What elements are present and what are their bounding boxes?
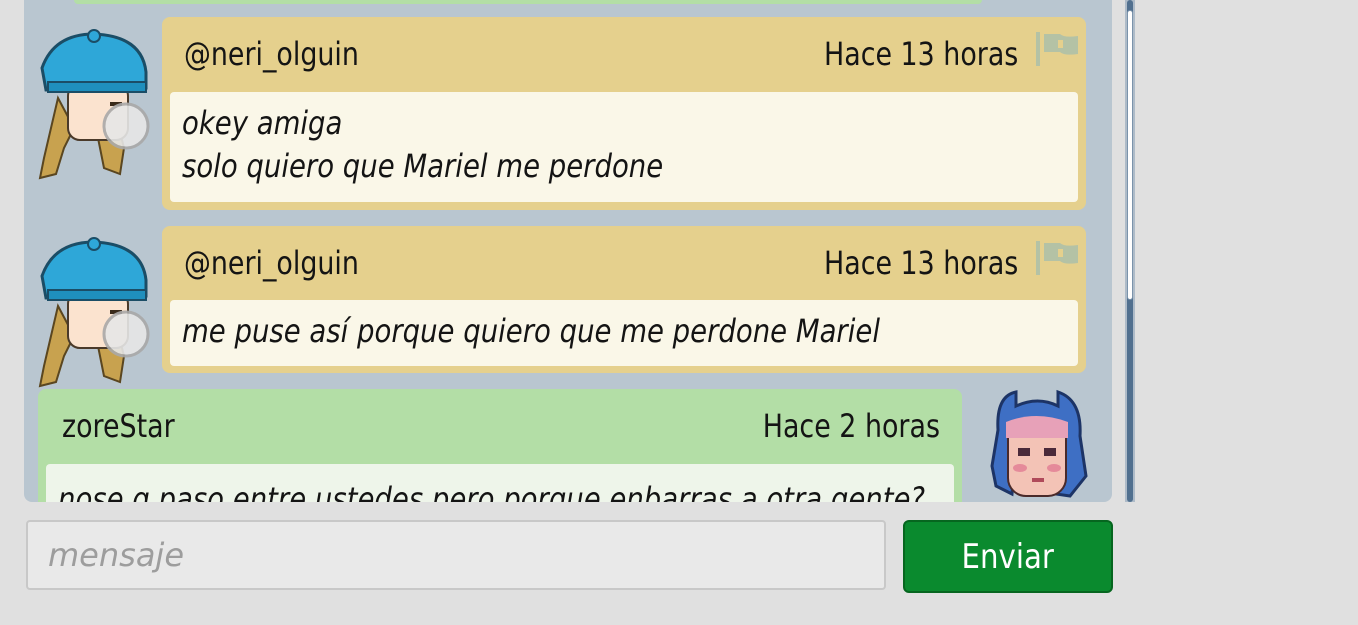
habbo-avatar-blue-cap-icon [38,237,150,388]
chat-message: @neri_olguin Hace 13 horas me puse así p… [162,226,1086,373]
send-button-label: Enviar [961,536,1055,577]
avatar[interactable] [986,386,1090,502]
message-body: me puse así porque quiero que me perdone… [170,300,1078,366]
message-author[interactable]: @neri_olguin [184,244,359,282]
message-line: okey amiga [182,104,343,142]
message-input[interactable] [28,522,884,588]
message-body: nose q paso entre ustedes pero porque en… [46,464,954,502]
report-flag-icon[interactable] [1034,30,1080,68]
habbo-avatar-blue-hair-icon [990,389,1088,498]
chat-messages-panel[interactable]: @neri_olguin Hace 13 horas okey amiga so… [24,0,1112,502]
message-timestamp: Hace 13 horas [823,244,1018,282]
message-line: solo quiero que Mariel me perdone [182,147,664,185]
chat-message-self: zoreStar Hace 2 horas nose q paso entre … [38,389,962,502]
report-flag-icon[interactable] [1034,239,1080,277]
avatar[interactable] [34,236,154,394]
message-line: me puse así porque quiero que me perdone… [182,312,880,350]
message-body: okey amiga solo quiero que Mariel me per… [170,92,1078,202]
message-line: nose q paso entre ustedes pero porque en… [58,480,926,502]
habbo-avatar-blue-cap-icon [38,29,150,180]
message-timestamp: Hace 13 horas [823,35,1018,73]
chat-scrollbar[interactable] [1125,0,1135,502]
previous-message-edge [74,0,982,4]
message-author[interactable]: zoreStar [62,407,175,445]
avatar[interactable] [34,28,154,186]
chat-message: @neri_olguin Hace 13 horas okey amiga so… [162,17,1086,210]
message-author[interactable]: @neri_olguin [184,35,359,73]
message-timestamp: Hace 2 horas [762,407,940,445]
send-button[interactable]: Enviar [903,520,1113,593]
scroll-thumb[interactable] [1127,10,1133,300]
message-input-container [26,520,886,590]
